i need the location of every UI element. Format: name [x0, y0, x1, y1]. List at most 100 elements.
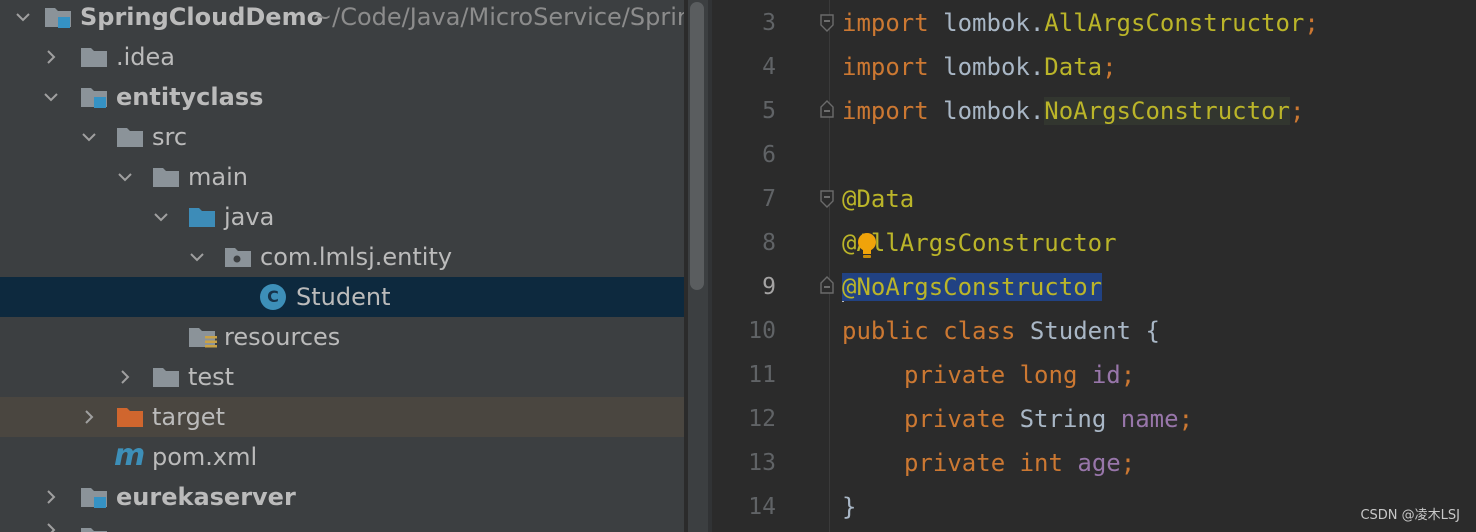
tree-label-test: test	[188, 363, 235, 391]
token-keyword: class	[928, 317, 1016, 345]
tree-row-idea[interactable]: .idea	[0, 37, 684, 77]
tree-row-target[interactable]: target	[0, 397, 684, 437]
code-line-5[interactable]: import lombok.NoArgsConstructor;	[842, 89, 1304, 133]
scrollbar-thumb[interactable]	[690, 2, 704, 290]
code-line-4[interactable]: import lombok.Data;	[842, 45, 1117, 89]
line-number: 12	[748, 406, 776, 432]
fold-end-icon[interactable]	[820, 276, 834, 294]
module-folder-icon	[80, 525, 110, 532]
token-type: String	[1005, 405, 1107, 433]
chevron-right-icon[interactable]	[44, 490, 58, 504]
tree-label-resources: resources	[224, 323, 341, 351]
token-annotation-selected: @NoArgsConstructor	[842, 273, 1103, 301]
fold-start-icon[interactable]	[820, 14, 834, 32]
token-keyword: private	[904, 449, 1006, 477]
module-folder-icon	[44, 5, 74, 29]
tree-label-entityclass: entityclass	[116, 83, 264, 111]
line-number: 10	[748, 318, 776, 344]
tree-row-root[interactable]: SpringCloudDemo ~/Code/Java/MicroService…	[0, 0, 684, 37]
token-semicolon: ;	[1178, 405, 1194, 433]
fold-end-icon[interactable]	[820, 100, 834, 118]
token-class-name: Student {	[1015, 317, 1160, 345]
chevron-right-icon[interactable]	[44, 50, 58, 64]
tree-row-src[interactable]: src	[0, 117, 684, 157]
tree-path-hint: ~/Code/Java/MicroService/Spring	[312, 3, 684, 31]
chevron-down-icon[interactable]	[190, 250, 204, 264]
token-type: long	[1005, 361, 1078, 389]
gutter-divider	[829, 0, 830, 532]
lightbulb-icon[interactable]	[856, 232, 878, 260]
fold-start-icon[interactable]	[820, 190, 834, 208]
line-number: 13	[748, 450, 776, 476]
module-folder-icon	[80, 85, 110, 109]
token-field: name	[1106, 405, 1179, 433]
folder-icon	[80, 45, 110, 69]
module-folder-icon	[80, 485, 110, 509]
project-tree-panel: SpringCloudDemo ~/Code/Java/MicroService…	[0, 0, 684, 532]
source-folder-icon	[188, 205, 218, 229]
code-line-10[interactable]: public class Student {	[842, 309, 1160, 353]
token-import-class: Data	[1044, 53, 1103, 81]
tree-row-entityclass[interactable]: entityclass	[0, 77, 684, 117]
token-keyword: private	[904, 405, 1006, 433]
token-type: int	[1005, 449, 1063, 477]
tree-label-student: Student	[296, 283, 391, 311]
line-number: 11	[748, 362, 776, 388]
code-line-13[interactable]: private int age;	[904, 441, 1135, 485]
token-keyword: import	[842, 53, 929, 81]
tree-row-test[interactable]: test	[0, 357, 684, 397]
chevron-down-icon[interactable]	[118, 170, 132, 184]
token-annotation: @Data	[842, 185, 915, 213]
chevron-right-icon[interactable]	[118, 370, 132, 384]
token-keyword: private	[904, 361, 1006, 389]
tree-row-java[interactable]: java	[0, 197, 684, 237]
token-import-class: AllArgsConstructor	[1044, 9, 1305, 37]
tree-label-target: target	[152, 403, 225, 431]
tree-label-main: main	[188, 163, 248, 191]
token-semicolon: ;	[1304, 9, 1319, 37]
folder-icon	[116, 125, 146, 149]
token-annotation: @AllArgsConstructor	[842, 229, 1117, 257]
tree-row-pom[interactable]: m pom.xml	[0, 437, 684, 477]
code-line-7[interactable]: @Data	[842, 177, 914, 221]
tree-label-eurekaserver: eurekaserver	[116, 483, 296, 511]
token-brace: }	[842, 493, 857, 521]
tree-label-idea: .idea	[116, 43, 176, 71]
code-line-14[interactable]: }	[842, 485, 856, 529]
line-number: 14	[748, 494, 776, 520]
token-keyword: public	[842, 317, 929, 345]
token-package: lombok.	[928, 97, 1045, 125]
tree-label-package: com.lmlsj.entity	[260, 243, 453, 271]
token-keyword: import	[842, 9, 929, 37]
tree-row-main[interactable]: main	[0, 157, 684, 197]
tree-label-src: src	[152, 123, 188, 151]
tree-row-resources[interactable]: resources	[0, 317, 684, 357]
watermark: CSDN @凌木LSJ	[1360, 508, 1460, 523]
chevron-down-icon[interactable]	[154, 210, 168, 224]
tree-row-package[interactable]: com.lmlsj.entity	[0, 237, 684, 277]
chevron-right-icon[interactable]	[44, 523, 58, 532]
code-editor[interactable]: 3 4 5 6 7 8 9 10 11 12 13 14 import lomb…	[712, 0, 1476, 532]
chevron-down-icon[interactable]	[44, 90, 58, 104]
folder-icon	[152, 165, 182, 189]
resources-folder-icon	[188, 325, 218, 349]
tree-row-student[interactable]: C Student	[0, 277, 684, 317]
code-line-9[interactable]: @NoArgsConstructor	[842, 265, 1103, 309]
code-line-12[interactable]: private String name;	[904, 397, 1193, 441]
tree-row-eurekaserver[interactable]: eurekaserver	[0, 477, 684, 517]
line-number-current: 9	[762, 274, 776, 300]
code-line-3[interactable]: import lombok.AllArgsConstructor;	[842, 1, 1319, 45]
code-line-11[interactable]: private long id;	[904, 353, 1135, 397]
chevron-right-icon[interactable]	[82, 410, 96, 424]
class-icon-letter: C	[267, 287, 279, 306]
chevron-down-icon[interactable]	[82, 130, 96, 144]
token-semicolon: ;	[1102, 53, 1117, 81]
chevron-down-icon[interactable]	[16, 10, 30, 24]
tree-row-partial[interactable]	[0, 517, 684, 532]
token-package: lombok.	[928, 9, 1045, 37]
token-semicolon: ;	[1120, 361, 1136, 389]
project-scrollbar[interactable]	[688, 0, 708, 532]
token-semicolon: ;	[1120, 449, 1136, 477]
code-line-8[interactable]: @AllArgsConstructor	[842, 221, 1117, 265]
line-number: 5	[762, 98, 776, 124]
